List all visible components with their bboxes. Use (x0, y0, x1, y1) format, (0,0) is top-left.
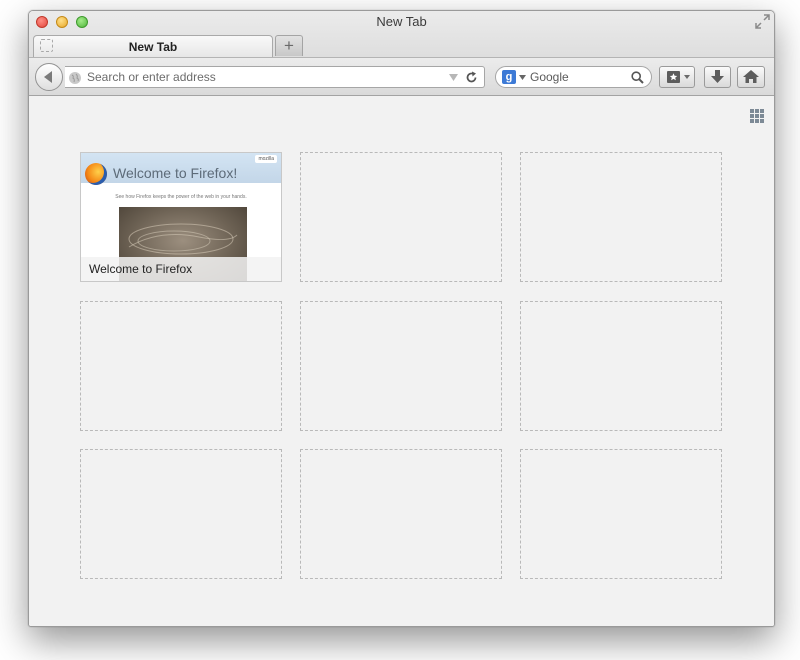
search-input[interactable] (530, 69, 625, 85)
window-title: New Tab (376, 14, 427, 29)
site-tile[interactable]: mozilla Welcome to Firefox! See how Fire… (80, 152, 282, 282)
tab-label: New Tab (128, 40, 178, 54)
bookmarks-star-icon (667, 71, 690, 83)
empty-tile[interactable] (80, 301, 282, 431)
home-button[interactable] (737, 66, 765, 88)
empty-tile[interactable] (520, 152, 722, 282)
url-history-dropdown-icon[interactable] (449, 74, 458, 81)
empty-tile[interactable] (300, 152, 502, 282)
new-tab-button[interactable]: + (275, 35, 303, 56)
address-input[interactable] (87, 69, 427, 85)
reload-icon[interactable] (465, 71, 478, 84)
mozilla-tab-logo: mozilla (255, 155, 277, 163)
search-bar[interactable]: g (495, 66, 652, 88)
new-tab-page: mozilla Welcome to Firefox! See how Fire… (29, 96, 774, 626)
thumbnail-subtitle: See how Firefox keeps the power of the w… (115, 194, 247, 200)
tab-new-tab[interactable]: New Tab (33, 35, 273, 57)
back-arrow-icon (44, 71, 52, 83)
empty-tile[interactable] (300, 449, 502, 579)
downloads-button[interactable] (704, 66, 731, 88)
empty-tile[interactable] (520, 301, 722, 431)
tile-title: Welcome to Firefox (81, 257, 281, 281)
engine-dropdown-icon[interactable] (519, 75, 526, 80)
address-bar[interactable] (65, 66, 485, 88)
download-arrow-icon (711, 70, 724, 83)
home-icon (743, 70, 759, 83)
globe-icon (69, 72, 81, 84)
thumbnail-heading: Welcome to Firefox! (113, 165, 238, 181)
empty-tile[interactable] (520, 449, 722, 579)
back-button[interactable] (35, 63, 63, 91)
bookmarks-button[interactable] (659, 66, 695, 88)
empty-tile[interactable] (80, 449, 282, 579)
google-engine-icon[interactable]: g (502, 70, 516, 84)
browser-window: New Tab New Tab + Search or enter addres… (28, 10, 775, 627)
titlebar: New Tab New Tab + Search or enter addres… (29, 11, 774, 96)
firefox-logo-icon (85, 163, 107, 185)
empty-tile[interactable] (300, 301, 502, 431)
navigation-toolbar: g (29, 57, 774, 95)
fullscreen-icon[interactable] (755, 14, 770, 29)
grid-toggle-icon[interactable] (750, 109, 764, 123)
magnifier-icon[interactable] (631, 71, 644, 84)
